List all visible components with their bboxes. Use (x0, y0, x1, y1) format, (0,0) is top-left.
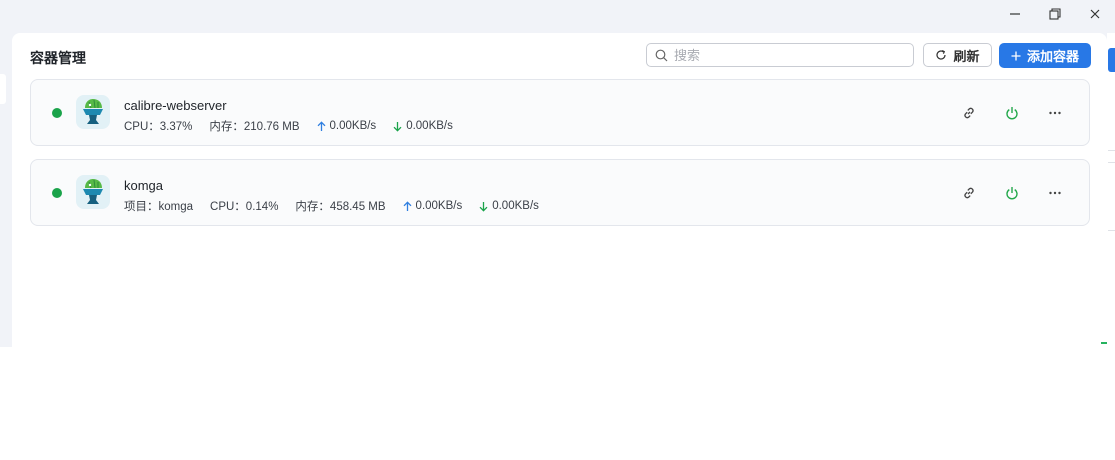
right-edge-indicator (1101, 342, 1107, 344)
download-rate: 0.00KB/s (406, 120, 453, 132)
memory-stat: 内存：210.76 MB (209, 121, 300, 133)
container-card-komga[interactable]: komga 项目：komga CPU：0.14% 内存：458.45 MB 0.… (30, 159, 1090, 226)
refresh-label: 刷新 (953, 48, 980, 64)
arrow-up-icon (317, 120, 326, 132)
right-edge-divider (1108, 150, 1115, 151)
more-button[interactable] (1046, 104, 1064, 122)
container-name: calibre-webserver (124, 98, 227, 113)
container-stats: 项目：komga CPU：0.14% 内存：458.45 MB 0.00KB/s… (124, 198, 556, 214)
container-card-calibre[interactable]: calibre-webserver CPU：3.37% 内存：210.76 MB… (30, 79, 1090, 146)
more-button[interactable] (1046, 184, 1064, 202)
page-title: 容器管理 (30, 50, 86, 66)
right-edge-divider (1108, 230, 1115, 231)
link-button[interactable] (960, 104, 978, 122)
upload-stat: 0.00KB/s (403, 200, 463, 212)
upload-rate: 0.00KB/s (415, 200, 463, 212)
right-edge-divider (1108, 162, 1115, 163)
cpu-stat: CPU：0.14% (210, 201, 279, 213)
right-panel-edge (1107, 33, 1115, 347)
memory-stat: 内存：458.45 MB (295, 201, 386, 213)
close-icon (1090, 9, 1100, 19)
sidebar-edge (0, 74, 6, 104)
minimize-button[interactable] (995, 0, 1035, 28)
container-app-icon (76, 95, 110, 129)
maximize-icon (1049, 8, 1061, 20)
minimize-icon (1010, 13, 1020, 15)
arrow-down-icon (393, 121, 402, 132)
add-container-label: 添加容器 (1026, 49, 1079, 64)
maximize-button[interactable] (1035, 0, 1075, 28)
plus-icon (1011, 51, 1021, 60)
refresh-icon (936, 49, 947, 60)
upload-stat: 0.00KB/s (317, 120, 377, 132)
arrow-up-icon (403, 200, 412, 212)
download-stat: 0.00KB/s (479, 200, 539, 212)
container-app-icon (76, 175, 110, 209)
container-name: komga (124, 178, 164, 193)
container-stats: CPU：3.37% 内存：210.76 MB 0.00KB/s 0.00KB/s (124, 118, 470, 134)
add-container-button[interactable]: 添加容器 (999, 43, 1091, 68)
refresh-button[interactable]: 刷新 (923, 43, 992, 67)
arrow-down-icon (479, 201, 488, 212)
status-running-dot (52, 108, 62, 118)
close-button[interactable] (1075, 0, 1115, 28)
download-stat: 0.00KB/s (393, 120, 453, 132)
search-input[interactable] (674, 47, 913, 63)
power-icon (1006, 107, 1018, 120)
project-stat: 项目：komga (124, 201, 194, 213)
more-icon (1049, 191, 1061, 195)
power-icon (1006, 187, 1018, 200)
power-button[interactable] (1003, 184, 1021, 202)
upload-rate: 0.00KB/s (329, 120, 377, 132)
download-rate: 0.00KB/s (492, 200, 539, 212)
right-edge-badge[interactable] (1108, 48, 1115, 72)
search-icon (655, 49, 668, 61)
container-manager-panel: 容器管理 刷新 添加容器 calibre-webserver CPU：3.37%… (12, 33, 1107, 347)
link-button[interactable] (960, 184, 978, 202)
window-controls (995, 0, 1115, 28)
link-icon (964, 187, 974, 199)
status-running-dot (52, 188, 62, 198)
more-icon (1049, 111, 1061, 115)
cpu-stat: CPU：3.37% (124, 121, 193, 133)
link-icon (964, 107, 974, 119)
search-box[interactable] (646, 43, 914, 67)
power-button[interactable] (1003, 104, 1021, 122)
